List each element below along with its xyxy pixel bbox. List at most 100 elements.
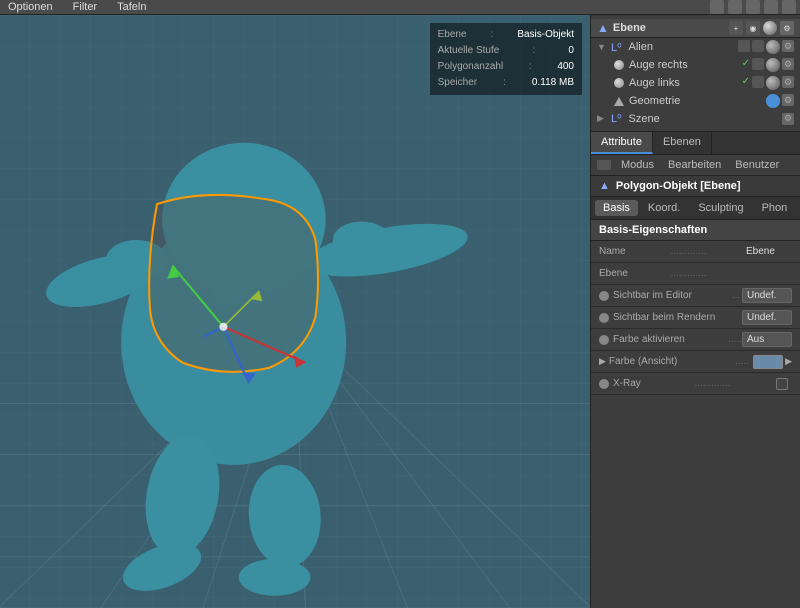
props-section: Basis-Eigenschaften Name ............. E… [591, 220, 800, 608]
geometrie-dot[interactable] [766, 94, 780, 108]
layer-item-geometrie[interactable]: Geometrie ⚙ [591, 92, 800, 110]
farbe-ansicht-right-arrow[interactable]: ▶ [785, 356, 792, 367]
auge-rechts-controls: ✓ ⚙ [742, 58, 794, 72]
ebene-value: Basis-Objekt [517, 27, 574, 43]
prop-sichtbar-editor-value[interactable]: Undef. [742, 288, 792, 303]
alien-ctrl-3[interactable]: ⚙ [782, 40, 794, 52]
prop-sichtbar-rendern-label: Sichtbar beim Rendern [613, 312, 738, 323]
menu-tafeln[interactable]: Tafeln [113, 1, 150, 13]
prop-xray-label: X-Ray [613, 378, 695, 389]
panel-icon-4[interactable]: ⚙ [780, 21, 794, 35]
szene-ctrl[interactable]: ⚙ [782, 113, 794, 125]
auge-rechts-icon [613, 59, 625, 71]
auge-rechts-check: ✓ [742, 58, 750, 72]
prop-ebene-dots: ............. [671, 268, 743, 279]
tab-attribute[interactable]: Attribute [591, 132, 653, 154]
prop-tab-basis[interactable]: Basis [595, 200, 638, 216]
layer-item-alien[interactable]: ▼ L⁰ Alien ⚙ [591, 38, 800, 56]
props-section-title: Basis-Eigenschaften [591, 220, 800, 241]
szene-expand: ▶ [597, 113, 607, 124]
auge-links-icon [613, 77, 625, 89]
prop-name-value: Ebene [742, 246, 792, 257]
auge-links-controls: ✓ ⚙ [742, 76, 794, 90]
prop-tab-sculpting[interactable]: Sculpting [690, 200, 751, 216]
prop-name-label: Name [599, 246, 671, 257]
prop-farbe-ansicht-color[interactable] [753, 355, 783, 369]
speicher-value: 0.118 MB [532, 75, 574, 91]
tab-ebenen[interactable]: Ebenen [653, 132, 712, 154]
settings-icon[interactable] [782, 0, 796, 14]
right-panel: ▲ Ebene + ◉ ⚙ ▼ L⁰ Alien [590, 15, 800, 608]
prop-row-ebene: Ebene ............. [591, 263, 800, 285]
attr-toolbar: Modus Bearbeiten Benutzer [591, 155, 800, 176]
layer-item-szene[interactable]: ▶ L⁰ Szene ⚙ [591, 110, 800, 127]
toolbar-bearbeiten[interactable]: Bearbeiten [664, 158, 725, 172]
viewport[interactable]: Ebene : Basis-Objekt Aktuelle Stufe : 0 … [0, 15, 590, 608]
auge-links-dot[interactable] [752, 76, 764, 88]
geometrie-ctrl[interactable]: ⚙ [782, 94, 794, 106]
scene-panel-icon: ▲ [597, 21, 609, 35]
panel-icon-3[interactable] [763, 21, 777, 35]
toolbar-modus[interactable]: Modus [617, 158, 658, 172]
toolbar-benutzer[interactable]: Benutzer [731, 158, 783, 172]
camera-icon[interactable] [728, 0, 742, 14]
menu-optionen[interactable]: Optionen [4, 1, 57, 13]
prop-tab-phon[interactable]: Phon [754, 200, 796, 216]
auge-links-check: ✓ [742, 76, 750, 90]
stufe-value: 0 [568, 43, 574, 59]
prop-tab-koord[interactable]: Koord. [640, 200, 688, 216]
auge-links-sphere[interactable] [766, 76, 780, 90]
alien-sphere[interactable] [766, 40, 780, 54]
alien-controls: ⚙ [738, 40, 794, 54]
panel-icon-1[interactable]: + [729, 21, 743, 35]
prop-farbe-aktivieren-label: Farbe aktivieren [613, 334, 728, 345]
alien-ctrl-1[interactable] [738, 40, 750, 52]
toolbar-icon [597, 160, 611, 170]
obj-icon: ▲ [599, 180, 610, 192]
geometrie-label: Geometrie [629, 95, 762, 107]
scene-panel-header: ▲ Ebene + ◉ ⚙ [591, 19, 800, 38]
scene-panel-title: Ebene [613, 22, 646, 34]
prop-xray-dots: ............. [695, 378, 777, 389]
alien-ctrl-2[interactable] [752, 40, 764, 52]
layer-item-auge-rechts[interactable]: Auge rechts ✓ ⚙ [591, 56, 800, 74]
prop-sichtbar-rendern-value[interactable]: Undef. [742, 310, 792, 325]
prop-farbe-ansicht-label: Farbe (Ansicht) [609, 356, 735, 367]
layer-item-auge-links[interactable]: Auge links ✓ ⚙ [591, 74, 800, 92]
speicher-label: Speicher [438, 75, 477, 91]
auge-rechts-dot[interactable] [752, 58, 764, 70]
farbe-aktivieren-bullet [599, 335, 609, 345]
viewport-grid [0, 15, 590, 608]
down-icon[interactable] [764, 0, 778, 14]
panel-icon-2[interactable]: ◉ [746, 21, 760, 35]
geometrie-controls: ⚙ [766, 94, 794, 108]
move-icon[interactable] [710, 0, 724, 14]
xray-bullet [599, 379, 609, 389]
menubar-icon-group [710, 0, 796, 14]
auge-rechts-label: Auge rechts [629, 59, 738, 71]
prop-farbe-aktivieren-value[interactable]: Aus [742, 332, 792, 347]
viewport-info: Ebene : Basis-Objekt Aktuelle Stufe : 0 … [430, 23, 582, 95]
poly-label: Polygonanzahl [438, 59, 504, 75]
up-icon[interactable] [746, 0, 760, 14]
auge-rechts-ctrl[interactable]: ⚙ [782, 58, 794, 70]
sichtbar-rendern-bullet [599, 313, 609, 323]
menu-filter[interactable]: Filter [69, 1, 101, 13]
prop-xray-checkbox[interactable] [776, 378, 788, 390]
obj-header: ▲ Polygon-Objekt [Ebene] [591, 176, 800, 197]
prop-sichtbar-editor-label: Sichtbar im Editor [613, 290, 732, 301]
prop-row-sichtbar-rendern: Sichtbar beim Rendern Undef. [591, 307, 800, 329]
alien-label: Alien [629, 41, 734, 53]
auge-rechts-sphere[interactable] [766, 58, 780, 72]
farbe-ansicht-arrow: ▶ [599, 356, 606, 367]
prop-sichtbar-editor-dots: ... [732, 290, 742, 301]
panel-icons: + ◉ ⚙ [729, 21, 794, 35]
prop-ebene-label: Ebene [599, 268, 671, 279]
auge-links-ctrl[interactable]: ⚙ [782, 76, 794, 88]
szene-controls: ⚙ [782, 113, 794, 125]
szene-label: Szene [629, 113, 778, 125]
prop-tabs: Basis Koord. Sculpting Phon [591, 197, 800, 220]
alien-expand: ▼ [597, 42, 607, 52]
prop-row-name: Name ............. Ebene [591, 241, 800, 263]
poly-value: 400 [557, 59, 574, 75]
